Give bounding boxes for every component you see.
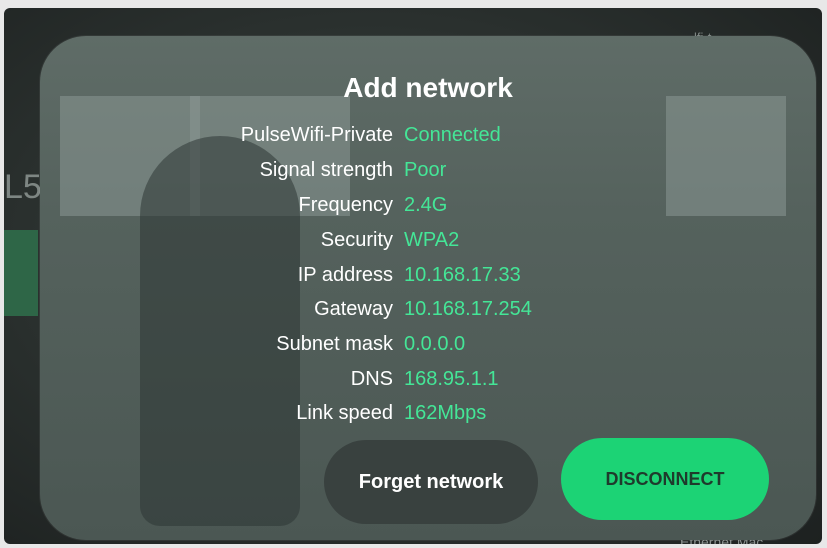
- detail-row-dns: DNS 168.95.1.1: [40, 368, 816, 398]
- detail-row-signal: Signal strength Poor: [40, 159, 816, 189]
- network-details-dialog: Add network PulseWifi-Private Connected …: [40, 36, 816, 540]
- disconnect-button[interactable]: DISCONNECT: [561, 438, 769, 520]
- detail-row-ssid: PulseWifi-Private Connected: [40, 124, 816, 154]
- detail-label: Link speed: [296, 402, 393, 424]
- detail-row-ip: IP address 10.168.17.33: [40, 264, 816, 294]
- detail-value: 0.0.0.0: [404, 333, 466, 355]
- detail-row-security: Security WPA2: [40, 229, 816, 259]
- detail-label: IP address: [297, 264, 393, 286]
- background-side-text: L5: [4, 168, 42, 206]
- detail-value: WPA2: [404, 229, 460, 251]
- detail-value: 168.95.1.1: [404, 368, 499, 390]
- detail-value: Poor: [404, 159, 447, 181]
- detail-value: 10.168.17.254: [404, 298, 532, 320]
- detail-label: PulseWifi-Private: [240, 124, 393, 146]
- detail-label: Frequency: [298, 194, 394, 216]
- forget-network-button[interactable]: Forget network: [324, 440, 538, 524]
- detail-label: Subnet mask: [276, 333, 393, 355]
- detail-label: Security: [320, 229, 393, 251]
- background-green-bar: [4, 230, 38, 316]
- detail-value: 2.4G: [404, 194, 448, 216]
- dialog-title: Add network: [343, 72, 513, 103]
- detail-row-gateway: Gateway 10.168.17.254: [40, 298, 816, 328]
- detail-value: 10.168.17.33: [404, 264, 521, 286]
- detail-value: Connected: [404, 124, 501, 146]
- detail-row-frequency: Frequency 2.4G: [40, 194, 816, 224]
- detail-label: DNS: [350, 368, 393, 390]
- detail-row-subnet: Subnet mask 0.0.0.0: [40, 333, 816, 363]
- detail-label: Gateway: [314, 298, 393, 320]
- detail-row-link-speed: Link speed 162Mbps: [40, 402, 816, 432]
- detail-label: Signal strength: [259, 159, 393, 181]
- device-screen: lfi-t L5 Ethernet Mac Add network PulseW…: [4, 8, 822, 544]
- detail-value: 162Mbps: [404, 402, 487, 424]
